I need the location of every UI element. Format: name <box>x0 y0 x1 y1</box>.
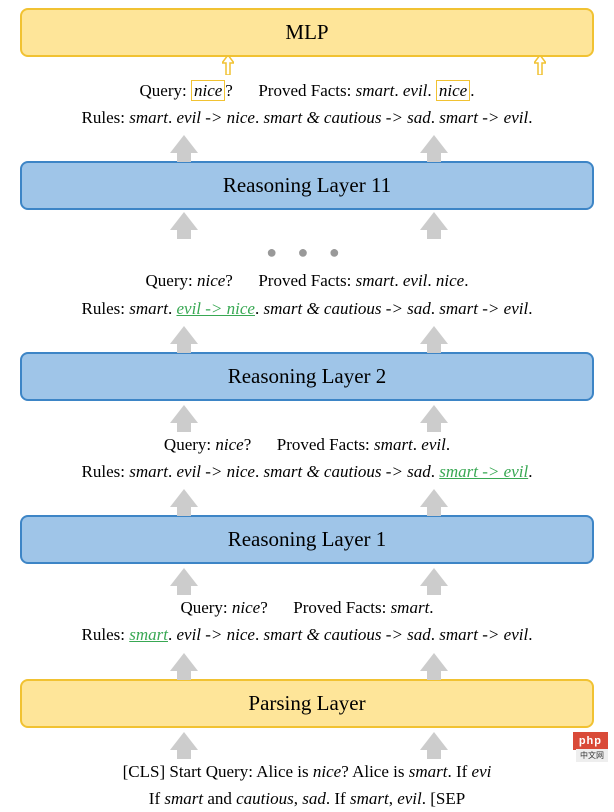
arrow-up-icon <box>420 212 448 230</box>
pf-evil: evil <box>403 81 428 100</box>
state-after-layer-1: Query: nice? Proved Facts: smart. evil. … <box>0 431 614 485</box>
arrows-to-11 <box>20 131 594 161</box>
applied-rule-green: smart -> evil <box>439 462 528 481</box>
arrows-from-parsing <box>20 564 594 594</box>
applied-rule-green: evil -> nice <box>176 299 254 318</box>
arrow-up-icon <box>420 135 448 153</box>
arrow-up-icon <box>170 653 198 671</box>
query-label: Query: <box>140 81 191 100</box>
state-after-layer-11: Query: nice? Proved Facts: smart. evil. … <box>0 77 614 131</box>
arrow-up-icon <box>170 135 198 153</box>
mlp-arrow-right <box>534 57 546 73</box>
arrows-from-input <box>20 728 594 758</box>
arrow-up-icon <box>420 732 448 750</box>
reasoning-layer-11: Reasoning Layer 11 <box>20 161 594 210</box>
applied-rule-green: smart <box>129 625 168 644</box>
arrow-up-icon <box>420 326 448 344</box>
state-after-parsing: Query: nice? Proved Facts: smart. Rules:… <box>0 594 614 648</box>
arrow-up-icon <box>170 489 198 507</box>
watermark-badge: php <box>573 732 608 750</box>
q-mark: ? <box>225 81 233 100</box>
arrows-from-1 <box>20 401 594 431</box>
ellipsis-icon: ● ● ● <box>0 242 614 263</box>
watermark-sub: 中文网 <box>576 749 608 762</box>
arrow-up-icon <box>170 326 198 344</box>
state-after-layer-2: Query: nice? Proved Facts: smart. evil. … <box>0 267 614 321</box>
reasoning-layer-1: Reasoning Layer 1 <box>20 515 594 564</box>
arrow-up-icon <box>170 732 198 750</box>
rules-label: Rules: <box>82 108 130 127</box>
arrow-up-icon <box>420 405 448 423</box>
arrow-up-icon <box>420 653 448 671</box>
arrows-to-2 <box>20 322 594 352</box>
arrows-to-parsing <box>20 649 594 679</box>
pf-smart: smart <box>356 81 395 100</box>
arrow-up-icon <box>420 568 448 586</box>
arrow-up-icon <box>170 568 198 586</box>
arrows-to-1 <box>20 485 594 515</box>
reasoning-layer-2: Reasoning Layer 2 <box>20 352 594 401</box>
input-sequence: [CLS] Start Query: Alice is nice? Alice … <box>0 758 614 812</box>
parsing-layer: Parsing Layer <box>20 679 594 728</box>
proved-facts-label: Proved Facts: <box>258 81 355 100</box>
arrow-up-icon <box>170 405 198 423</box>
arrow-up-icon <box>420 489 448 507</box>
query-word-boxed: nice <box>191 80 225 101</box>
mlp-arrow-left <box>222 57 234 73</box>
arrow-up-icon <box>170 212 198 230</box>
pf-nice-boxed: nice <box>436 80 470 101</box>
arrows-from-2 <box>20 210 594 236</box>
mlp-layer: MLP <box>20 8 594 57</box>
